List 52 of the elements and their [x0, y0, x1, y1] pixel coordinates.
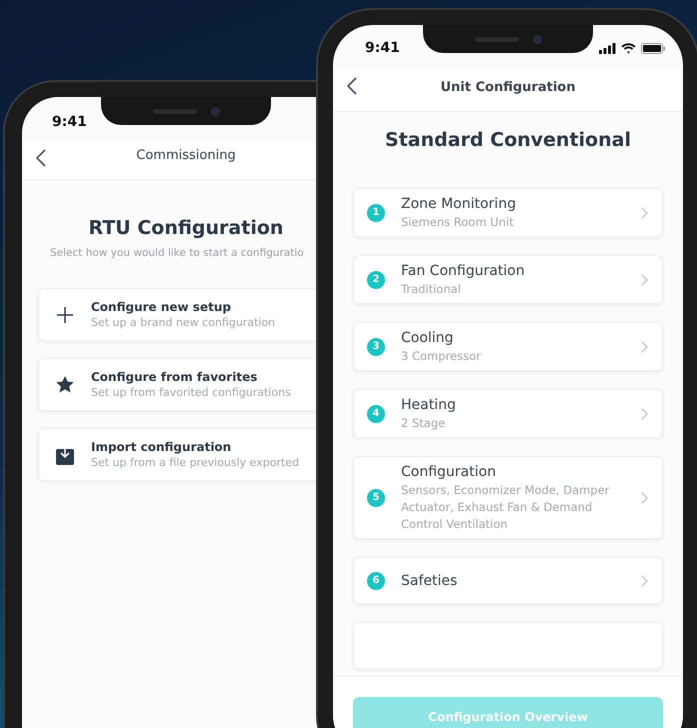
page-subtitle: Select how you would like to start a configuratio — [50, 246, 304, 260]
option-card[interactable]: Configure new setup Set up a brand new configuration — [38, 288, 318, 341]
page-title: RTU Configuration — [88, 216, 284, 240]
step-title: Fan Configuration — [401, 262, 526, 281]
chevron-right-icon — [641, 206, 648, 218]
step-subtitle: 2 Stage — [401, 415, 446, 432]
signal-icon — [599, 42, 616, 54]
battery-icon — [641, 42, 665, 54]
plus-icon — [57, 306, 73, 322]
step-card[interactable]: 2 Fan Configuration Traditional — [353, 255, 663, 304]
option-title: Configure from favorites — [91, 368, 258, 384]
chevron-right-icon — [641, 340, 648, 352]
back-icon[interactable] — [347, 77, 357, 95]
step-card[interactable]: 5 Configuration Sensors, Economizer Mode, Damper Actuator, Exhaust Fan & Demand Control Ventilation — [353, 456, 663, 539]
step-number: 1 — [367, 204, 385, 222]
step-number: 3 — [367, 338, 385, 356]
step-card[interactable]: 3 Cooling 3 Compressor — [353, 322, 663, 371]
step-number: 4 — [367, 404, 385, 422]
option-title: Import configuration — [91, 438, 232, 454]
step-subtitle: Siemens Room Unit — [401, 214, 515, 231]
option-card[interactable]: Configure from favorites Set up from favorited configurations — [38, 358, 318, 411]
step-title: Configuration — [401, 463, 497, 482]
option-subtitle: Set up from a file previously exported — [91, 454, 300, 470]
option-subtitle: Set up a brand new configuration — [91, 314, 276, 330]
status-time: 9:41 — [365, 38, 400, 58]
wifi-icon — [621, 42, 636, 54]
step-card[interactable]: 1 Zone Monitoring Siemens Room Unit — [353, 188, 663, 237]
chevron-right-icon — [641, 274, 648, 286]
step-number: 2 — [367, 270, 385, 288]
page-title: Standard Conventional — [385, 128, 631, 152]
chevron-right-icon — [641, 574, 648, 586]
chevron-right-icon — [641, 408, 648, 420]
step-title: Zone Monitoring — [401, 195, 517, 214]
step-title: Safeties — [401, 572, 458, 590]
step-card[interactable]: 4 Heating 2 Stage — [353, 389, 663, 438]
step-title: Cooling — [401, 329, 454, 348]
step-card[interactable]: 6 Safeties — [353, 557, 663, 604]
step-title: Heating — [401, 396, 457, 415]
option-subtitle: Set up from favorited configurations — [91, 384, 291, 400]
star-icon — [56, 376, 74, 393]
status-time: 9:41 — [52, 112, 87, 132]
header-title: Commissioning — [136, 147, 236, 166]
chevron-right-icon — [641, 492, 648, 504]
step-number: 6 — [367, 572, 385, 590]
header-title: Unit Configuration — [440, 79, 576, 98]
option-card[interactable]: Import configuration Set up from a file previously exported — [38, 428, 318, 481]
step-subtitle: Traditional — [401, 281, 462, 298]
step-subtitle: Sensors, Economizer Mode, Damper Actuator, Exhaust Fan & Demand Control Ventilation — [401, 482, 610, 533]
back-icon[interactable] — [36, 149, 46, 167]
option-title: Configure new setup — [91, 298, 232, 314]
step-number: 5 — [367, 488, 385, 506]
step-subtitle: 3 Compressor — [401, 348, 482, 365]
